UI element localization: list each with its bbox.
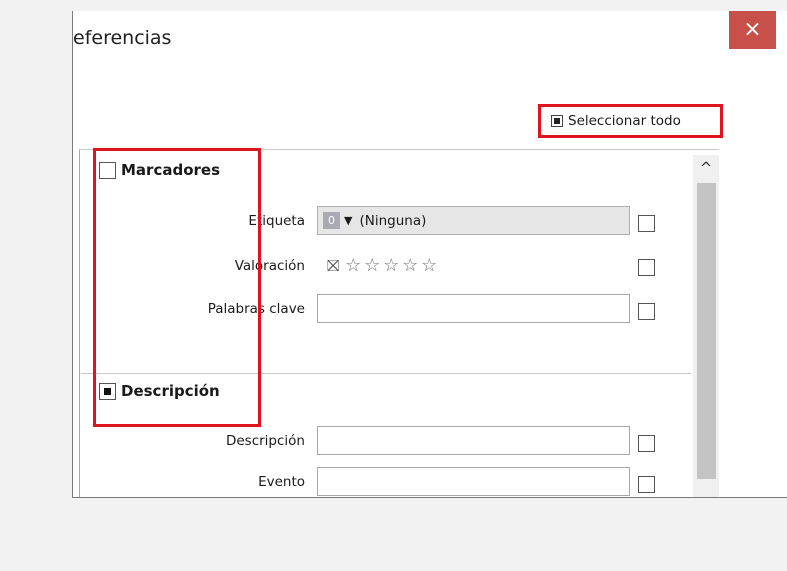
chevron-down-icon: ▼: [344, 214, 353, 227]
evento-label: Evento: [258, 474, 305, 490]
scroll-thumb[interactable]: [697, 183, 716, 479]
descripcion-input[interactable]: [317, 426, 630, 455]
label-color-chip: 0: [323, 212, 340, 229]
evento-include-checkbox[interactable]: [638, 476, 655, 493]
star-icon[interactable]: ☆: [382, 255, 401, 276]
valoracion-include-checkbox[interactable]: [638, 259, 655, 276]
star-icon[interactable]: ☆: [344, 255, 363, 276]
reject-flag-icon[interactable]: ⛝: [327, 256, 340, 276]
close-button[interactable]: ×: [729, 11, 776, 49]
star-icon[interactable]: ☆: [363, 255, 382, 276]
palabras-clave-input[interactable]: [317, 294, 630, 323]
etiqueta-value: (Ninguna): [359, 212, 427, 229]
etiqueta-include-checkbox[interactable]: [638, 215, 655, 232]
evento-input[interactable]: [317, 467, 630, 496]
palabras-clave-include-checkbox[interactable]: [638, 303, 655, 320]
marcadores-highlight-box: [93, 148, 261, 427]
star-icon[interactable]: ☆: [420, 255, 439, 276]
select-all-checkbox[interactable]: Seleccionar todo: [538, 104, 723, 138]
star-icon[interactable]: ☆: [401, 255, 420, 276]
title-bar: eferencias ×: [73, 11, 787, 61]
dialog-title: eferencias: [73, 27, 172, 49]
vertical-scrollbar[interactable]: ^: [693, 155, 719, 497]
select-all-check-icon: [551, 115, 563, 127]
descripcion-include-checkbox[interactable]: [638, 435, 655, 452]
etiqueta-dropdown[interactable]: 0 ▼ (Ninguna): [317, 206, 630, 235]
rating-control[interactable]: ⛝ ☆ ☆ ☆ ☆ ☆: [327, 255, 439, 276]
scroll-up-arrow-icon[interactable]: ^: [693, 155, 719, 181]
preferences-dialog: eferencias × Seleccionar todo Marcadores…: [72, 11, 787, 498]
select-all-label: Seleccionar todo: [568, 113, 681, 129]
descripcion-label: Descripción: [225, 433, 305, 449]
